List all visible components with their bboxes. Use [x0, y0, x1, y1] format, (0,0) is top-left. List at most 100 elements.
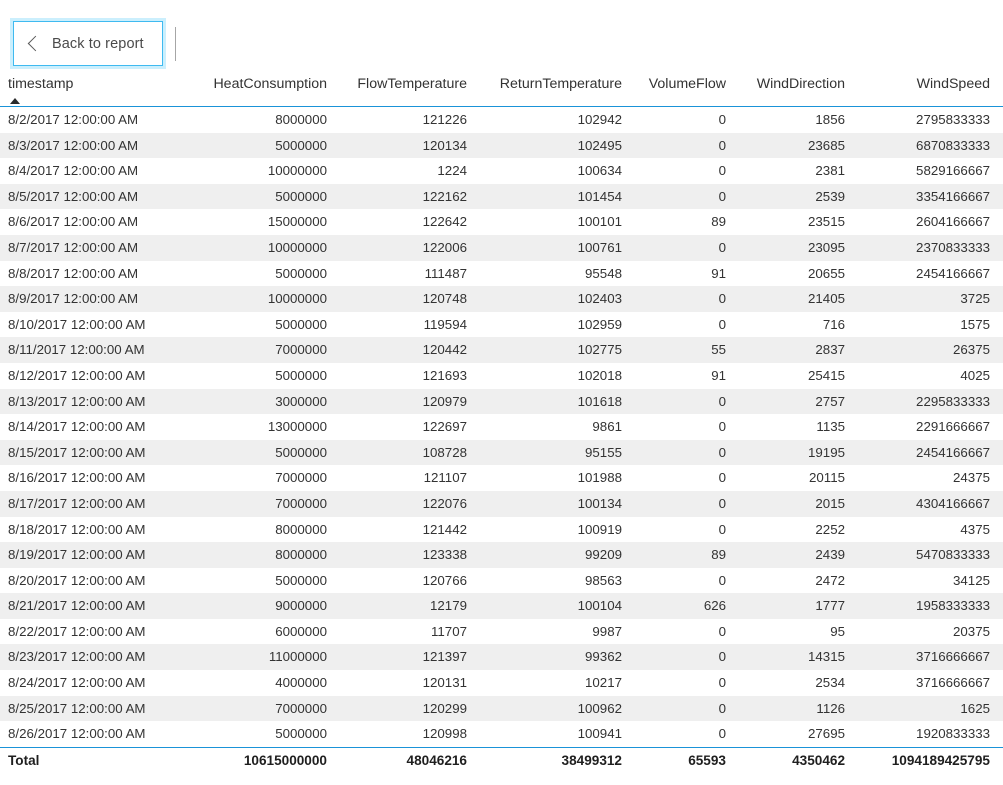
cell-heat: 10000000 [267, 291, 327, 307]
cell-heat: 10000000 [267, 239, 327, 255]
cell-winddir: 23095 [808, 239, 845, 255]
cell-return: 100919 [577, 521, 622, 537]
table-row[interactable]: 8/26/2017 12:00:00 AM 5000000 120998 100941… [0, 721, 1003, 748]
table-row[interactable]: 8/25/2017 12:00:00 AM 7000000 120299 100962… [0, 695, 1003, 722]
table-row[interactable]: 8/3/2017 12:00:00 AM 5000000 120134 102495 0… [0, 132, 1003, 159]
table-row[interactable]: 8/20/2017 12:00:00 AM 5000000 120766 98563 0… [0, 567, 1003, 594]
cell-return: 101454 [577, 188, 622, 204]
table-row[interactable]: 8/21/2017 12:00:00 AM 9000000 12179 100104 6… [0, 593, 1003, 619]
cell-winddir: 1135 [816, 419, 845, 435]
cell-volume: 0 [718, 239, 726, 255]
grid-body: 8/2/2017 12:00:00 AM 8000000 121226 102942 0… [0, 106, 1003, 748]
cell-volume: 0 [718, 521, 726, 537]
cell-windspeed: 2454166667 [916, 265, 990, 281]
table-row[interactable]: 8/10/2017 12:00:00 AM 5000000 119594 102959… [0, 311, 1003, 338]
table-row[interactable]: 8/22/2017 12:00:00 AM 6000000 11707 9987 0 95… [0, 618, 1003, 645]
cell-winddir: 716 [822, 316, 845, 332]
table-row[interactable]: 8/6/2017 12:00:00 AM 15000000 122642 100101… [0, 209, 1003, 235]
cell-timestamp: 8/15/2017 12:00:00 AM [8, 444, 146, 460]
cell-heat: 7000000 [275, 342, 327, 358]
total-return: 38499312 [480, 746, 635, 774]
column-header-flowtemperature[interactable]: FlowTemperature [340, 76, 480, 107]
column-header-timestamp[interactable]: timestamp [0, 76, 200, 107]
cell-return: 98563 [585, 572, 622, 588]
cell-return: 101988 [577, 470, 622, 486]
cell-heat: 5000000 [275, 316, 327, 332]
cell-heat: 6000000 [275, 623, 327, 639]
cell-winddir: 20655 [808, 265, 845, 281]
cell-windspeed: 3725 [960, 291, 990, 307]
cell-timestamp: 8/11/2017 12:00:00 AM [8, 342, 145, 358]
table-row[interactable]: 8/17/2017 12:00:00 AM 7000000 122076 100134… [0, 490, 1003, 517]
cell-return: 99209 [585, 547, 622, 563]
table-row[interactable]: 8/11/2017 12:00:00 AM 7000000 120442 102775… [0, 337, 1003, 363]
table-row[interactable]: 8/15/2017 12:00:00 AM 5000000 108728 95155 0… [0, 439, 1003, 466]
cell-winddir: 2539 [815, 188, 845, 204]
cell-timestamp: 8/3/2017 12:00:00 AM [8, 137, 139, 153]
table-row[interactable]: 8/14/2017 12:00:00 AM 13000000 122697 9861 0… [0, 414, 1003, 440]
table-row[interactable]: 8/12/2017 12:00:00 AM 5000000 121693 102018… [0, 362, 1003, 389]
column-header-windspeed[interactable]: WindSpeed [858, 76, 1003, 107]
cell-flow: 121397 [422, 649, 467, 665]
table-row[interactable]: 8/8/2017 12:00:00 AM 5000000 111487 95548 91… [0, 260, 1003, 287]
cell-timestamp: 8/26/2017 12:00:00 AM [8, 726, 146, 742]
table-row[interactable]: 8/18/2017 12:00:00 AM 8000000 121442 100919… [0, 516, 1003, 543]
cell-timestamp: 8/4/2017 12:00:00 AM [8, 163, 139, 179]
cell-heat: 5000000 [275, 367, 327, 383]
cell-windspeed: 5829166667 [916, 163, 990, 179]
cell-winddir: 2381 [815, 163, 845, 179]
cell-windspeed: 2604166667 [916, 214, 990, 230]
column-header-volumeflow[interactable]: VolumeFlow [635, 76, 739, 107]
cell-timestamp: 8/25/2017 12:00:00 AM [8, 700, 146, 716]
cell-volume: 0 [718, 726, 726, 742]
table-row[interactable]: 8/23/2017 12:00:00 AM 11000000 121397 99362… [0, 644, 1003, 671]
cell-windspeed: 2795833333 [916, 112, 990, 127]
cell-timestamp: 8/22/2017 12:00:00 AM [8, 623, 146, 639]
cell-return: 100941 [577, 726, 622, 742]
cell-heat: 10000000 [267, 163, 327, 179]
column-header-heatconsumption[interactable]: HeatConsumption [200, 76, 340, 107]
cell-windspeed: 1920833333 [916, 726, 990, 742]
cell-return: 102942 [577, 112, 622, 127]
table-row[interactable]: 8/2/2017 12:00:00 AM 8000000 121226 102942 0… [0, 106, 1003, 133]
cell-timestamp: 8/6/2017 12:00:00 AM [8, 214, 139, 230]
cell-flow: 123338 [422, 547, 467, 563]
cell-timestamp: 8/16/2017 12:00:00 AM [8, 470, 146, 486]
table-row[interactable]: 8/7/2017 12:00:00 AM 10000000 122006 100761… [0, 234, 1003, 261]
cell-return: 100101 [577, 214, 622, 230]
cell-flow: 1224 [437, 163, 467, 179]
cell-winddir: 21405 [808, 291, 845, 307]
column-header-winddirection[interactable]: WindDirection [739, 76, 858, 107]
cell-volume: 0 [718, 623, 726, 639]
total-heat: 10615000000 [200, 746, 340, 774]
table-row[interactable]: 8/13/2017 12:00:00 AM 3000000 120979 101618… [0, 388, 1003, 415]
cell-winddir: 23685 [808, 137, 845, 153]
cell-heat: 5000000 [275, 265, 327, 281]
cell-timestamp: 8/14/2017 12:00:00 AM [8, 419, 146, 435]
data-grid: timestamp HeatConsumption FlowTemperatur… [0, 76, 1003, 774]
total-volume: 65593 [635, 746, 739, 774]
table-row[interactable]: 8/5/2017 12:00:00 AM 5000000 122162 101454 0… [0, 183, 1003, 210]
table-row[interactable]: 8/19/2017 12:00:00 AM 8000000 123338 99209 8… [0, 542, 1003, 568]
table-row[interactable]: 8/16/2017 12:00:00 AM 7000000 121107 101988… [0, 465, 1003, 491]
table-row[interactable]: 8/9/2017 12:00:00 AM 10000000 120748 102403… [0, 286, 1003, 312]
cell-return: 102959 [577, 316, 622, 332]
cell-heat: 9000000 [275, 598, 327, 614]
cell-winddir: 25415 [808, 367, 845, 383]
cell-winddir: 2837 [815, 342, 845, 358]
cell-volume: 0 [718, 470, 726, 486]
cell-heat: 7000000 [275, 495, 327, 511]
table-row[interactable]: 8/24/2017 12:00:00 AM 4000000 120131 10217 0… [0, 670, 1003, 696]
cell-winddir: 20115 [809, 470, 845, 486]
cell-flow: 122642 [422, 214, 467, 230]
chevron-left-icon [26, 34, 40, 54]
table-row[interactable]: 8/4/2017 12:00:00 AM 10000000 1224 100634 0 2… [0, 158, 1003, 184]
cell-timestamp: 8/18/2017 12:00:00 AM [8, 521, 146, 537]
column-header-returntemperature[interactable]: ReturnTemperature [480, 76, 635, 107]
toolbar-divider [175, 27, 176, 61]
cell-flow: 120442 [422, 342, 467, 358]
cell-heat: 5000000 [275, 572, 327, 588]
total-windspeed: 1094189425795 [858, 746, 1003, 774]
back-to-report-button[interactable]: Back to report [10, 18, 166, 69]
cell-volume: 89 [711, 547, 726, 563]
